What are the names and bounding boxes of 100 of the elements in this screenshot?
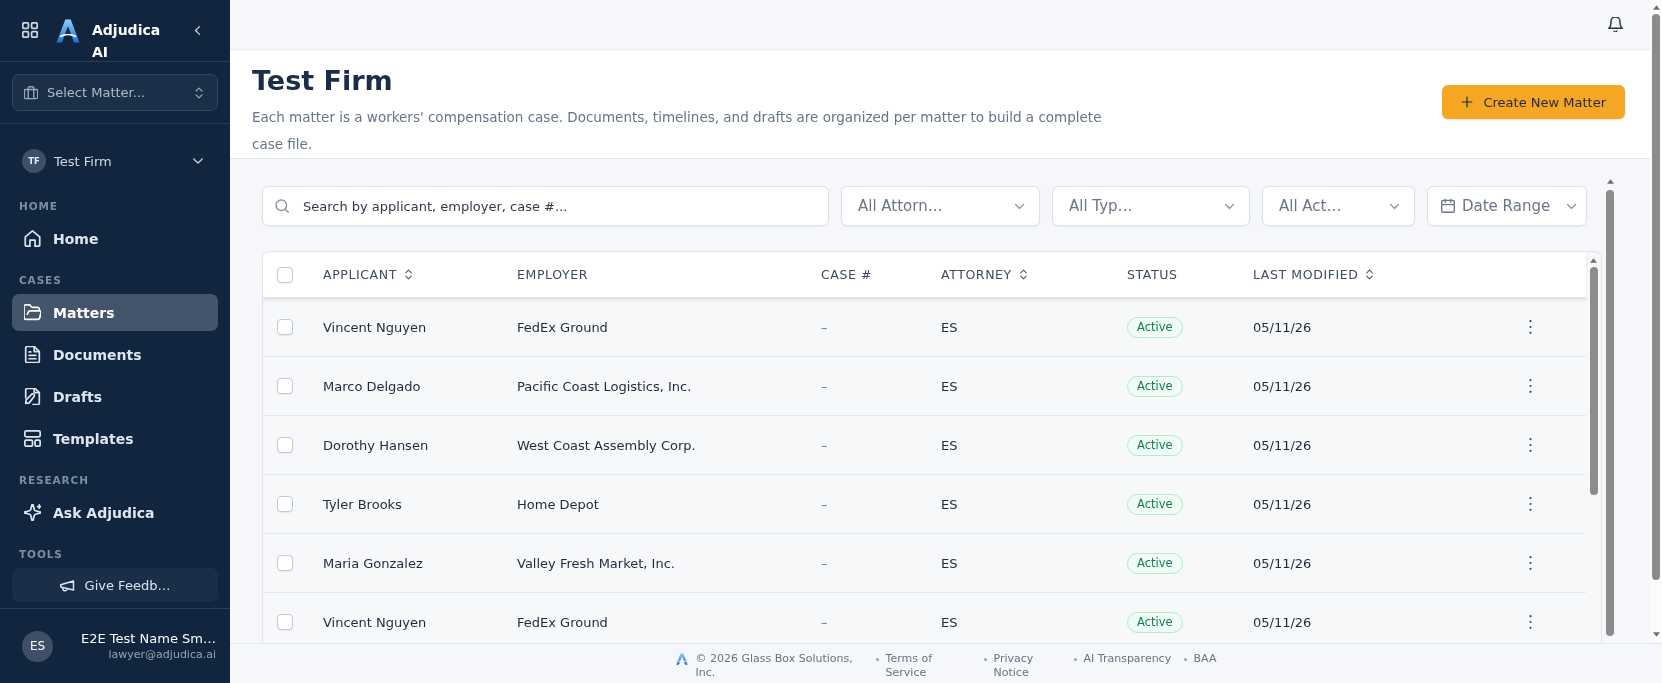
section-label: TOOLS — [19, 547, 64, 561]
file-pen-icon — [24, 388, 41, 405]
table-cell: Pacific Coast Logistics, Inc. — [517, 378, 692, 394]
table-cell: Home Depot — [517, 496, 599, 512]
section-label: HOME — [19, 199, 59, 213]
footer-link[interactable]: BAA — [1193, 652, 1217, 666]
column-header[interactable]: ATTORNEY — [941, 267, 1029, 282]
filter-dropdown[interactable]: All Typ… — [1052, 186, 1250, 226]
table-cell: Vincent Nguyen — [323, 614, 427, 630]
chevrons-up-down-icon — [1364, 269, 1376, 280]
table-cell: 05/11/26 — [1253, 496, 1312, 512]
scrollbar-thumb[interactable] — [1606, 190, 1614, 636]
page-title: Test Firm — [252, 64, 394, 98]
table-cell: 05/11/26 — [1253, 437, 1312, 453]
calendar-icon — [1441, 199, 1455, 213]
logo-icon — [56, 19, 80, 43]
column-header[interactable]: APPLICANT — [323, 267, 414, 282]
matter-select[interactable]: Select Matter... — [12, 74, 218, 111]
firm-avatar: TF — [22, 149, 46, 173]
scroll-down-icon[interactable] — [1652, 632, 1660, 637]
row-checkbox[interactable] — [277, 319, 293, 335]
table-cell: 05/11/26 — [1253, 555, 1312, 571]
document-icon — [24, 346, 41, 363]
section-label: CASES — [19, 273, 63, 287]
table-cell: FedEx Ground — [517, 319, 608, 335]
more-icon[interactable] — [1529, 379, 1532, 393]
nav-item[interactable]: Templates — [12, 420, 218, 457]
user-name: E2E Test Name Sm… — [81, 630, 216, 647]
select-all-checkbox[interactable] — [277, 266, 293, 283]
table-cell: – — [821, 378, 828, 394]
scrollbar-thumb[interactable] — [1589, 267, 1598, 495]
copyright-text: © 2026 Glass Box Solutions, Inc. — [695, 652, 854, 680]
nav-item[interactable]: Matters — [12, 294, 218, 331]
scroll-up-icon[interactable] — [1652, 5, 1660, 10]
table-cell: Valley Fresh Market, Inc. — [517, 555, 675, 571]
footer-link[interactable]: Privacy Notice — [993, 652, 1064, 680]
column-header: EMPLOYER — [517, 267, 588, 282]
footer-link[interactable]: Terms of Service — [885, 652, 974, 680]
folder-icon — [24, 304, 41, 321]
more-icon[interactable] — [1529, 556, 1532, 570]
layout-icon — [24, 430, 41, 447]
plus-icon — [1461, 96, 1474, 108]
nav-item[interactable]: Ask Adjudica — [12, 494, 218, 531]
table-cell: Marco Delgado — [323, 378, 421, 394]
logo-icon — [675, 653, 688, 665]
bell-icon[interactable] — [1608, 17, 1623, 32]
briefcase-icon — [24, 85, 38, 100]
table-cell: ES — [941, 437, 958, 453]
table-cell: – — [821, 496, 828, 512]
row-checkbox[interactable] — [277, 437, 293, 453]
nav-item[interactable]: Home — [12, 220, 218, 257]
column-header[interactable]: LAST MODIFIED — [1253, 267, 1376, 282]
more-icon[interactable] — [1529, 615, 1532, 629]
status-badge: Active — [1127, 493, 1183, 515]
filter-dropdown[interactable]: All Attorn… — [841, 186, 1040, 226]
page-description: Each matter is a workers' compensation case. Documents, timelines, and drafts are organized per matter to build a complete case file. — [252, 108, 1103, 154]
table-cell: 05/11/26 — [1253, 319, 1312, 335]
feedback-button[interactable]: Give Feedb… — [12, 568, 218, 602]
section-label: RESEARCH — [19, 473, 90, 487]
chevrons-up-down-icon — [1017, 269, 1029, 280]
more-icon[interactable] — [1529, 320, 1532, 334]
row-checkbox[interactable] — [277, 614, 293, 630]
table-cell: ES — [941, 555, 958, 571]
table-cell: 05/11/26 — [1253, 378, 1312, 394]
firm-switcher[interactable]: TF Test Firm — [12, 149, 218, 173]
more-icon[interactable] — [1529, 438, 1532, 452]
nav-item[interactable]: Drafts — [12, 378, 218, 415]
table-cell: FedEx Ground — [517, 614, 608, 630]
column-header: CASE # — [821, 267, 873, 282]
scroll-up-icon[interactable] — [1606, 179, 1614, 184]
scroll-up-icon[interactable] — [1590, 258, 1597, 263]
nav-item[interactable]: Documents — [12, 336, 218, 373]
table-cell: – — [821, 555, 828, 571]
row-checkbox[interactable] — [277, 555, 293, 571]
home-icon — [24, 230, 41, 247]
row-checkbox[interactable] — [277, 378, 293, 394]
footer-link[interactable]: AI Transparency — [1083, 652, 1174, 666]
user-email: lawyer@adjudica.ai — [108, 647, 216, 662]
status-badge: Active — [1127, 434, 1183, 456]
user-avatar[interactable]: ES — [22, 630, 53, 662]
chevrons-up-down-icon — [402, 269, 414, 280]
date-range-button[interactable]: Date Range — [1427, 186, 1587, 226]
table-cell: ES — [941, 614, 958, 630]
more-icon[interactable] — [1529, 497, 1532, 511]
scrollbar-thumb[interactable] — [1652, 14, 1660, 580]
column-header: STATUS — [1127, 267, 1178, 282]
table-cell: ES — [941, 378, 958, 394]
create-matter-button[interactable]: Create New Matter — [1442, 85, 1625, 119]
table-cell: – — [821, 614, 828, 630]
row-checkbox[interactable] — [277, 496, 293, 512]
grid-icon[interactable] — [22, 22, 38, 38]
sparkles-icon — [24, 504, 41, 521]
table-cell: Maria Gonzalez — [323, 555, 423, 571]
search-field[interactable]: Search by applicant, employer, case #... — [262, 186, 829, 226]
chevrons-up-down-icon — [193, 86, 205, 99]
table-cell: Dorothy Hansen — [323, 437, 429, 453]
table-cell: Vincent Nguyen — [323, 319, 427, 335]
filter-dropdown[interactable]: All Act… — [1262, 186, 1415, 226]
table-cell: ES — [941, 319, 958, 335]
megaphone-icon — [59, 577, 75, 593]
